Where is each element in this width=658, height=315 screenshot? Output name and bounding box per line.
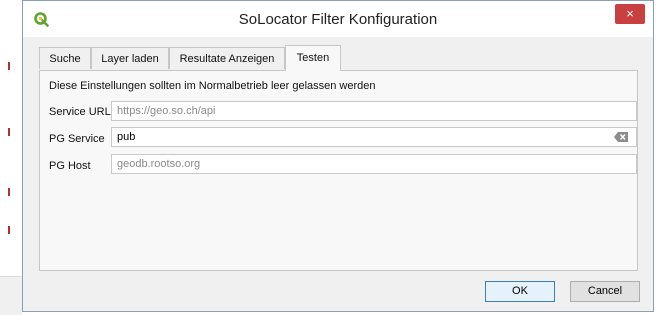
pg-service-input[interactable]: pub bbox=[111, 127, 637, 147]
pg-host-placeholder: geodb.rootso.org bbox=[117, 158, 201, 170]
background-marker bbox=[8, 128, 10, 136]
tab-layer-laden[interactable]: Layer laden bbox=[91, 47, 169, 69]
title-bar[interactable]: SoLocator Filter Konfiguration × bbox=[23, 1, 653, 37]
close-button[interactable]: × bbox=[615, 4, 645, 24]
cancel-button[interactable]: Cancel bbox=[570, 281, 640, 302]
tab-resultate-anzeigen[interactable]: Resultate Anzeigen bbox=[169, 47, 285, 69]
background-window-edge bbox=[0, 0, 22, 315]
ok-button[interactable]: OK bbox=[485, 281, 555, 302]
testen-panel: Diese Einstellungen sollten im Normalbet… bbox=[39, 70, 638, 271]
background-marker bbox=[8, 188, 10, 196]
window-title: SoLocator Filter Konfiguration bbox=[238, 11, 438, 28]
pg-host-label: PG Host bbox=[49, 160, 91, 172]
notice-text: Diese Einstellungen sollten im Normalbet… bbox=[49, 80, 376, 92]
pg-host-input[interactable]: geodb.rootso.org bbox=[111, 154, 637, 174]
background-marker bbox=[8, 226, 10, 234]
service-url-label: Service URL bbox=[49, 106, 111, 118]
pg-service-value: pub bbox=[117, 131, 136, 143]
service-url-placeholder: https://geo.so.ch/api bbox=[117, 105, 216, 117]
tab-suche[interactable]: Suche bbox=[39, 47, 91, 69]
background-panel bbox=[0, 276, 22, 315]
pg-service-label: PG Service bbox=[49, 133, 105, 145]
tab-testen[interactable]: Testen bbox=[285, 45, 341, 71]
clear-text-icon[interactable] bbox=[614, 132, 628, 142]
service-url-input[interactable]: https://geo.so.ch/api bbox=[111, 101, 637, 121]
close-icon: × bbox=[626, 6, 634, 21]
background-marker bbox=[8, 62, 10, 70]
dialog-window: SoLocator Filter Konfiguration × Suche L… bbox=[22, 0, 654, 312]
